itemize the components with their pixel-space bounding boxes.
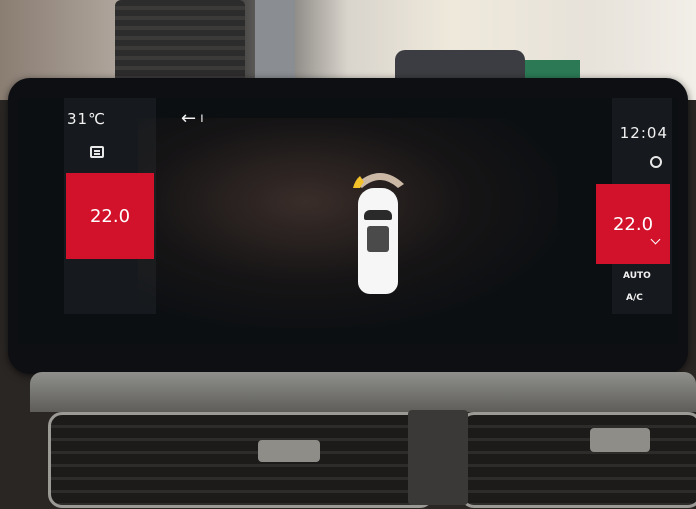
clock: 12:04 — [619, 124, 668, 142]
sensor-arc-center — [356, 173, 404, 188]
vent-tab-left[interactable] — [258, 440, 320, 462]
fan-icon[interactable] — [650, 156, 662, 168]
car-windshield — [364, 210, 392, 220]
dashboard-trim — [30, 372, 696, 412]
background-tire — [115, 0, 245, 90]
vent-tab-right[interactable] — [590, 428, 650, 452]
back-button[interactable]: ← ı — [181, 108, 204, 129]
right-temperature-control[interactable]: 22.0 — [596, 184, 670, 264]
rear-defrost-icon[interactable] — [90, 146, 104, 158]
outside-temperature: 31℃ — [67, 110, 106, 128]
arrow-left-icon: ← — [181, 108, 197, 129]
parking-sensor-display — [336, 162, 416, 302]
air-vent-left[interactable] — [48, 412, 434, 508]
background-pole — [255, 0, 295, 90]
ac-button[interactable]: A/C — [626, 293, 643, 303]
car-roof — [367, 226, 389, 252]
vent-divider — [408, 410, 468, 505]
left-temperature-control[interactable]: 22.0 — [66, 173, 154, 259]
auto-button[interactable]: AUTO — [623, 271, 651, 281]
infotainment-screen: 31℃ ← ı 12:04 22.0 22.0 AUTO A/C — [18, 98, 678, 344]
parking-sensor-icon — [353, 173, 404, 188]
air-vent-right[interactable] — [460, 412, 696, 508]
back-indicator: ı — [200, 111, 204, 126]
